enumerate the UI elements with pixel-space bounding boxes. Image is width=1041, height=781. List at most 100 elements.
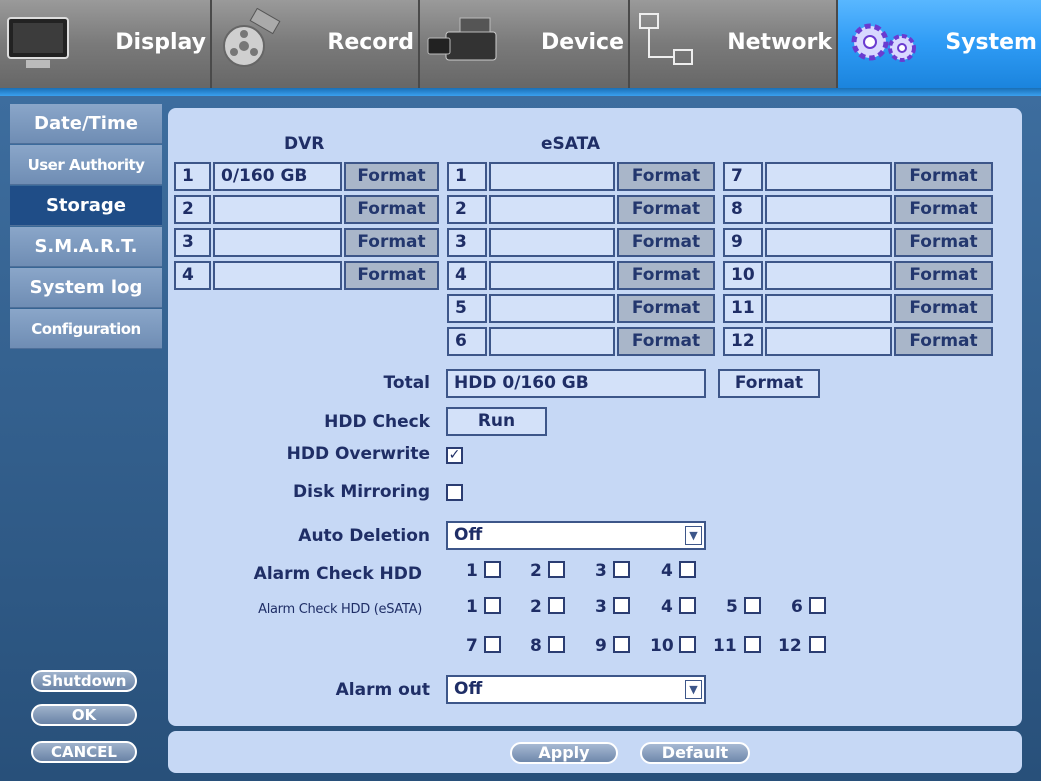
tab-label: Record — [327, 30, 414, 55]
total-format-button[interactable]: Format — [718, 369, 820, 398]
dvr-slot-capacity — [213, 195, 342, 224]
total-label: Total — [383, 373, 430, 393]
esata-format-button[interactable]: Format — [617, 228, 715, 257]
esata-slot-capacity — [765, 195, 892, 224]
esata-slot-capacity — [489, 162, 615, 191]
esata-slot-number: 2 — [447, 195, 487, 224]
alarm-esata-checkbox[interactable] — [484, 636, 501, 653]
alarm-hdd-checkbox[interactable] — [548, 561, 565, 578]
alarm-esata-checkbox[interactable] — [548, 597, 565, 614]
esata-slot-capacity — [489, 195, 615, 224]
disk-mirroring-label: Disk Mirroring — [293, 482, 430, 502]
esata-format-button[interactable]: Format — [617, 261, 715, 290]
dvr-slot-capacity — [213, 228, 342, 257]
esata-format-button[interactable]: Format — [894, 294, 993, 323]
esata-slot-number: 5 — [447, 294, 487, 323]
tab-record[interactable]: Record — [212, 0, 420, 88]
alarm-esata-checkbox[interactable] — [744, 636, 761, 653]
esata-format-button[interactable]: Format — [894, 261, 993, 290]
esata-format-button[interactable]: Format — [617, 195, 715, 224]
main-menu-bar: Display Record Device Network System — [0, 0, 1041, 88]
sidebar-item-storage[interactable]: Storage — [10, 186, 162, 226]
gears-icon — [851, 23, 916, 62]
esata-format-button[interactable]: Format — [617, 162, 715, 191]
alarm-esata-number: 10 — [650, 636, 674, 656]
esata-format-button[interactable]: Format — [617, 294, 715, 323]
alarm-esata-checkbox[interactable] — [613, 636, 630, 653]
disk-mirroring-checkbox[interactable] — [446, 484, 463, 501]
esata-slot-capacity — [765, 261, 892, 290]
esata-format-button[interactable]: Format — [894, 195, 993, 224]
chevron-down-icon[interactable]: ▼ — [685, 680, 702, 699]
sidebar-item-user-authority[interactable]: User Authority — [10, 145, 162, 185]
esata-slot-number: 7 — [723, 162, 763, 191]
alarm-esata-number: 8 — [530, 636, 542, 656]
alarm-esata-checkbox[interactable] — [744, 597, 761, 614]
camera-icon — [427, 17, 497, 61]
tab-label: Network — [727, 30, 832, 55]
hdd-overwrite-checkbox[interactable]: ✓ — [446, 447, 463, 464]
alarm-esata-number: 5 — [726, 597, 738, 617]
dvr-slot-capacity — [213, 261, 342, 290]
auto-deletion-select[interactable]: Off ▼ — [446, 521, 706, 550]
apply-button[interactable]: Apply — [510, 742, 618, 764]
menu-divider — [0, 88, 1041, 96]
alarm-esata-number: 12 — [778, 636, 802, 656]
alarm-hdd-number: 1 — [466, 561, 478, 581]
dvr-slot-capacity: 0/160 GB — [213, 162, 342, 191]
tab-device[interactable]: Device — [420, 0, 630, 88]
esata-slot-capacity — [765, 294, 892, 323]
esata-slot-number: 11 — [723, 294, 763, 323]
tab-system[interactable]: System — [838, 0, 1041, 88]
cancel-button[interactable]: CANCEL — [31, 741, 137, 763]
dvr-format-button[interactable]: Format — [344, 195, 439, 224]
hdd-check-run-button[interactable]: Run — [446, 407, 547, 436]
alarm-hdd-checkbox[interactable] — [613, 561, 630, 578]
esata-slot-capacity — [489, 327, 615, 356]
network-icon — [639, 13, 693, 65]
esata-slot-number: 3 — [447, 228, 487, 257]
esata-format-button[interactable]: Format — [617, 327, 715, 356]
alarm-esata-checkbox[interactable] — [484, 597, 501, 614]
alarm-hdd-checkbox[interactable] — [484, 561, 501, 578]
hdd-overwrite-label: HDD Overwrite — [286, 444, 430, 464]
esata-slot-number: 9 — [723, 228, 763, 257]
sidebar-item-smart[interactable]: S.M.A.R.T. — [10, 227, 162, 267]
alarm-esata-checkbox[interactable] — [679, 636, 696, 653]
total-capacity-field: HDD 0/160 GB — [446, 369, 706, 398]
esata-slot-number: 12 — [723, 327, 763, 356]
alarm-esata-checkbox[interactable] — [679, 597, 696, 614]
sidebar-item-configuration[interactable]: Configuration — [10, 309, 162, 349]
alarm-esata-checkbox[interactable] — [809, 636, 826, 653]
dvr-slot-number: 4 — [174, 261, 211, 290]
alarm-hdd-checkbox[interactable] — [679, 561, 696, 578]
hdd-check-label: HDD Check — [324, 412, 430, 432]
sidebar-item-date-time[interactable]: Date/Time — [10, 104, 162, 144]
default-button[interactable]: Default — [640, 742, 750, 764]
alarm-esata-checkbox[interactable] — [613, 597, 630, 614]
esata-format-button[interactable]: Format — [894, 327, 993, 356]
tab-display[interactable]: Display — [0, 0, 212, 88]
shutdown-button[interactable]: Shutdown — [31, 670, 137, 692]
alarm-esata-number: 2 — [530, 597, 542, 617]
alarm-esata-checkbox[interactable] — [548, 636, 565, 653]
alarm-check-esata-label: Alarm Check HDD (eSATA) — [258, 602, 422, 617]
esata-format-button[interactable]: Format — [894, 162, 993, 191]
chevron-down-icon[interactable]: ▼ — [685, 526, 702, 545]
tab-network[interactable]: Network — [630, 0, 838, 88]
ok-button[interactable]: OK — [31, 704, 137, 726]
alarm-out-select[interactable]: Off ▼ — [446, 675, 706, 704]
alarm-hdd-number: 3 — [595, 561, 607, 581]
alarm-esata-checkbox[interactable] — [809, 597, 826, 614]
dvr-format-button[interactable]: Format — [344, 261, 439, 290]
dvr-format-button[interactable]: Format — [344, 162, 439, 191]
tab-label: System — [945, 30, 1037, 55]
dvr-header: DVR — [284, 134, 325, 154]
esata-format-button[interactable]: Format — [894, 228, 993, 257]
auto-deletion-label: Auto Deletion — [298, 526, 430, 546]
dvr-slot-number: 3 — [174, 228, 211, 257]
dvr-format-button[interactable]: Format — [344, 228, 439, 257]
sidebar-item-system-log[interactable]: System log — [10, 268, 162, 308]
alarm-esata-number: 11 — [713, 636, 737, 656]
alarm-esata-number: 7 — [466, 636, 478, 656]
